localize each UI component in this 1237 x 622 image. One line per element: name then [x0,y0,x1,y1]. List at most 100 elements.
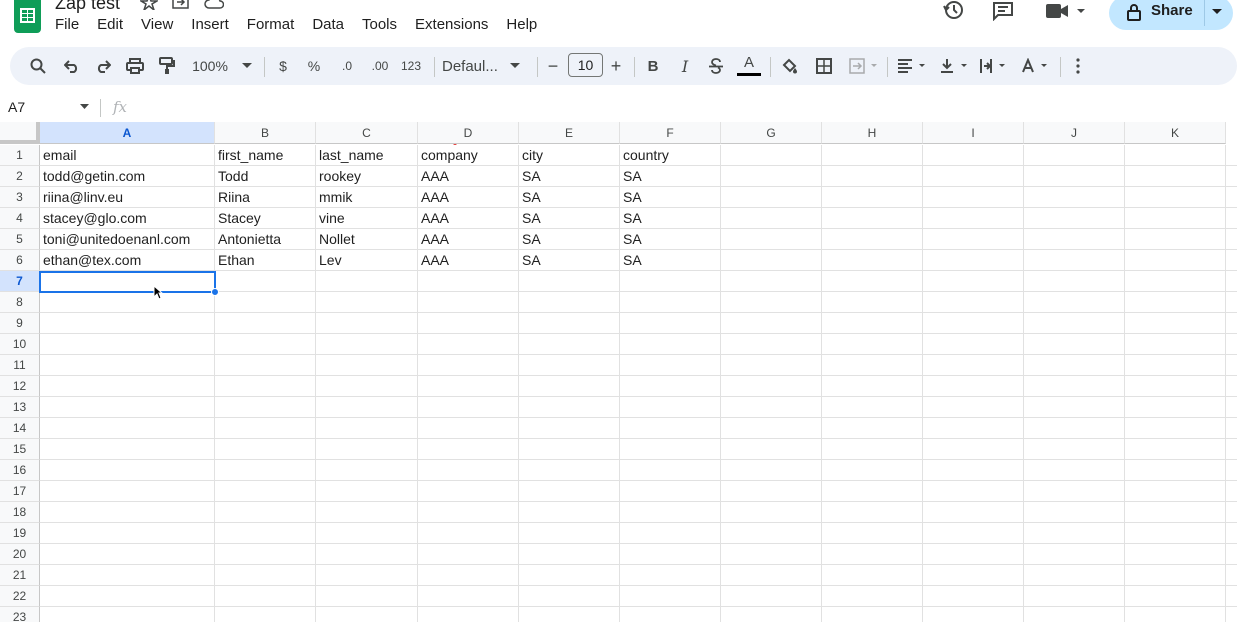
column-header-c[interactable]: C [316,122,418,144]
menu-extensions[interactable]: Extensions [415,16,488,33]
increase-decimal-button[interactable]: .00 [366,47,394,85]
cell-e2[interactable]: SA [519,166,620,187]
column-header-e[interactable]: E [519,122,620,144]
more-formats-button[interactable]: 123 [398,47,424,85]
text-color-button[interactable]: A [736,47,762,85]
column-header-i[interactable]: I [923,122,1024,144]
decrease-decimal-button[interactable]: .0 [334,47,360,85]
cell-d1[interactable]: company [418,145,519,166]
document-title[interactable]: Zap test [55,0,120,14]
cell-a3[interactable]: riina@linv.eu [40,187,215,208]
row-header-23[interactable]: 23 [0,607,40,622]
cell-c3[interactable]: mmik [316,187,418,208]
column-header-f[interactable]: F [620,122,721,144]
name-box-dropdown-icon[interactable] [80,104,89,109]
share-dropdown-icon[interactable] [1212,9,1222,15]
menu-tools[interactable]: Tools [362,16,397,33]
undo-icon[interactable] [60,47,84,85]
cell-b4[interactable]: Stacey [215,208,316,229]
cell-c4[interactable]: vine [316,208,418,229]
row-header-4[interactable]: 4 [0,208,40,229]
cell-a4[interactable]: stacey@glo.com [40,208,215,229]
row-header-1[interactable]: 1 [0,145,40,166]
row-header-17[interactable]: 17 [0,481,40,502]
bold-button[interactable]: B [642,47,664,85]
row-header-13[interactable]: 13 [0,397,40,418]
move-icon[interactable] [172,0,192,10]
cell-c2[interactable]: rookey [316,166,418,187]
row-header-2[interactable]: 2 [0,166,40,187]
cell-f6[interactable]: SA [620,250,721,271]
row-header-5[interactable]: 5 [0,229,40,250]
zoom-select[interactable]: 100% [188,47,256,85]
fill-color-icon[interactable] [778,47,802,85]
column-header-d[interactable]: D [418,122,519,144]
row-header-16[interactable]: 16 [0,460,40,481]
menu-view[interactable]: View [141,16,173,33]
cell-d6[interactable]: AAA [418,250,519,271]
formula-input[interactable] [140,98,1220,116]
text-wrapping-icon[interactable] [976,47,1012,85]
cell-e1[interactable]: city [519,145,620,166]
row-header-14[interactable]: 14 [0,418,40,439]
row-header-20[interactable]: 20 [0,544,40,565]
cell-a6[interactable]: ethan@tex.com [40,250,215,271]
column-header-h[interactable]: H [822,122,923,144]
cell-d5[interactable]: AAA [418,229,519,250]
cell-f4[interactable]: SA [620,208,721,229]
column-header-g[interactable]: G [721,122,822,144]
version-history-icon[interactable] [942,0,966,27]
column-header-k[interactable]: K [1125,122,1226,144]
cell-b1[interactable]: first_name [215,145,316,166]
cell-b3[interactable]: Riina [215,187,316,208]
row-header-9[interactable]: 9 [0,313,40,334]
row-header-7[interactable]: 7 [0,271,40,292]
cell-d3[interactable]: AAA [418,187,519,208]
paint-format-icon[interactable] [155,47,179,85]
cloud-saved-icon[interactable] [204,0,225,10]
cell-f3[interactable]: SA [620,187,721,208]
cell-f5[interactable]: SA [620,229,721,250]
print-icon[interactable] [123,47,147,85]
cell-f1[interactable]: country [620,145,721,166]
cell-f2[interactable]: SA [620,166,721,187]
name-box[interactable]: A7 [8,99,25,115]
menu-data[interactable]: Data [312,16,344,33]
percent-format-button[interactable]: % [303,47,325,85]
strikethrough-icon[interactable] [705,47,727,85]
row-header-3[interactable]: 3 [0,187,40,208]
cell-e4[interactable]: SA [519,208,620,229]
column-header-a[interactable]: A [40,122,215,144]
font-size-input[interactable]: 10 [568,53,603,77]
cell-e3[interactable]: SA [519,187,620,208]
row-header-22[interactable]: 22 [0,586,40,607]
search-menus-icon[interactable] [26,47,50,85]
cell-c1[interactable]: last_name [316,145,418,166]
font-select[interactable]: Defaul... [442,47,530,85]
redo-icon[interactable] [91,47,115,85]
row-header-11[interactable]: 11 [0,355,40,376]
row-header-12[interactable]: 12 [0,376,40,397]
cell-e6[interactable]: SA [519,250,620,271]
menu-file[interactable]: File [55,16,79,33]
menu-format[interactable]: Format [247,16,295,33]
cell-d4[interactable]: AAA [418,208,519,229]
row-header-21[interactable]: 21 [0,565,40,586]
column-header-j[interactable]: J [1024,122,1125,144]
row-header-8[interactable]: 8 [0,292,40,313]
row-header-19[interactable]: 19 [0,523,40,544]
merge-cells-icon[interactable] [846,47,882,85]
star-icon[interactable] [138,0,160,13]
menu-insert[interactable]: Insert [191,16,229,33]
more-options-icon[interactable] [1068,47,1088,85]
borders-icon[interactable] [812,47,836,85]
spreadsheet-grid[interactable]: A B C D E F G H I J K 1 2 3 4 5 6 7 8 9 10 11 12 13 14 15 16 17 18 19… [0,122,1237,622]
menu-help[interactable]: Help [506,16,537,33]
currency-format-button[interactable]: $ [272,47,294,85]
cell-e5[interactable]: SA [519,229,620,250]
cell-a5[interactable]: toni@unitedoenanl.com [40,229,215,250]
italic-button[interactable]: I [674,47,696,85]
cell-a2[interactable]: todd@getin.com [40,166,215,187]
select-all-corner[interactable] [0,122,40,144]
increase-font-size-button[interactable]: + [606,47,626,85]
